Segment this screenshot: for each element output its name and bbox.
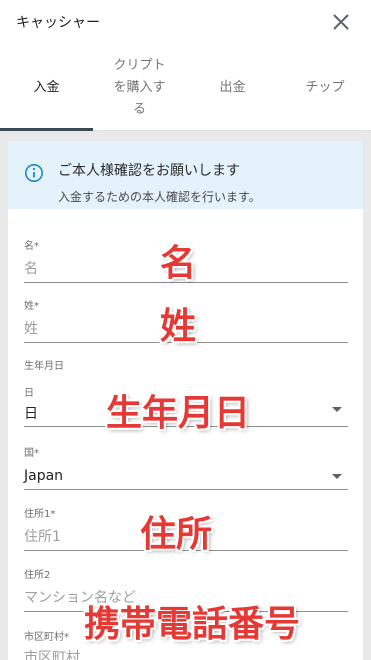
close-icon[interactable] <box>330 11 352 33</box>
info-icon <box>25 164 43 182</box>
city-input[interactable]: 市区町村 <box>24 647 348 660</box>
country-field[interactable]: 国* Japan <box>24 444 348 490</box>
tab-label: クリプト を購入す る <box>113 58 166 117</box>
tab-buy-crypto[interactable]: クリプト を購入す る <box>93 48 186 128</box>
country-label: 国* <box>24 448 39 459</box>
annotation-mobile-phone: 携帯電話番号 <box>84 604 301 645</box>
tab-tip[interactable]: チップ <box>279 48 371 128</box>
info-subtitle: 入金するための本人確認を行います。 <box>58 190 261 204</box>
address2-label: 住所2 <box>24 570 51 581</box>
info-banner: ご本人様確認をお願いします 入金するための本人確認を行います。 <box>8 141 363 209</box>
annotation-last-name: 姓 <box>160 306 197 347</box>
tab-label: 入金 <box>33 80 60 95</box>
annotation-first-name: 名 <box>160 243 197 284</box>
annotation-address: 住所 <box>140 514 213 555</box>
chevron-down-icon[interactable] <box>332 407 342 412</box>
country-underline <box>24 489 348 490</box>
annotation-birthdate: 生年月日 <box>106 393 251 434</box>
page-title: キャッシャー <box>16 15 100 31</box>
cashier-header: キャッシャー <box>0 0 371 44</box>
tab-label: 出金 <box>219 80 246 95</box>
cashier-tabs: 入金 クリプト を購入す る 出金 チップ <box>0 48 371 132</box>
tab-deposit[interactable]: 入金 <box>0 48 93 128</box>
country-select[interactable]: Japan <box>24 468 348 484</box>
chevron-down-icon[interactable] <box>332 474 342 479</box>
tab-withdraw[interactable]: 出金 <box>186 48 279 128</box>
birthdate-label: 生年月日 <box>24 361 64 372</box>
info-title: ご本人様確認をお願いします <box>58 163 240 179</box>
tab-label: チップ <box>305 80 345 95</box>
